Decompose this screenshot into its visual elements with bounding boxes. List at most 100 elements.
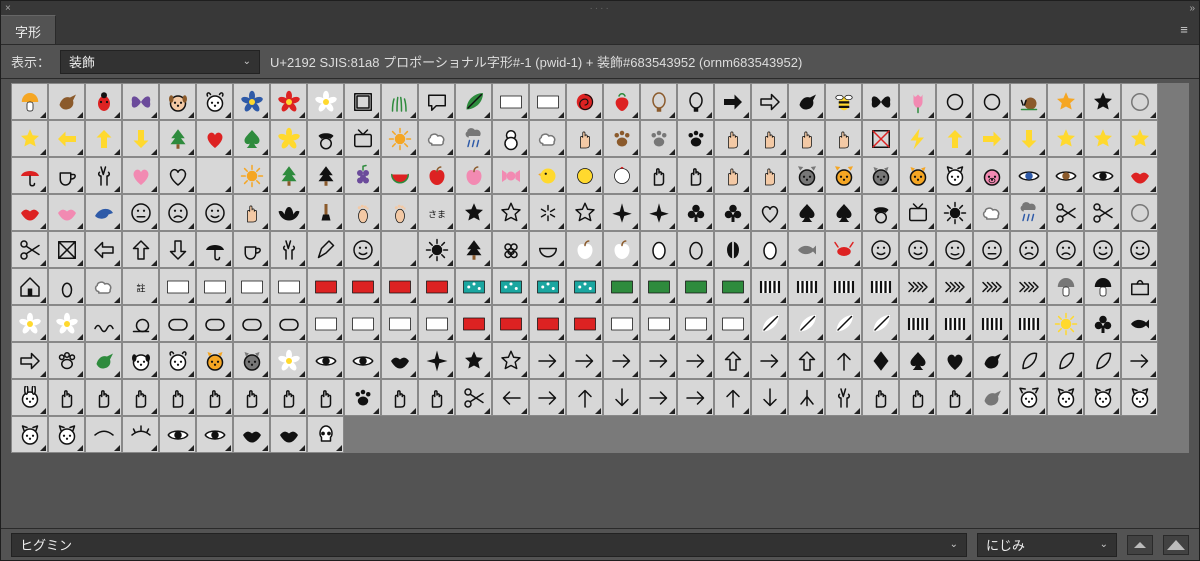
glyph-spade-black[interactable] [899,342,936,379]
filter-select[interactable]: 装飾 ⌄ [60,50,260,74]
glyph-umbrella-bw[interactable] [196,231,233,268]
glyph-flower-daisy[interactable] [307,83,344,120]
glyph-peach[interactable] [455,157,492,194]
glyph-mirror[interactable] [640,83,677,120]
glyph-cat-paws[interactable] [640,120,677,157]
glyph-swallow[interactable] [788,83,825,120]
glyph-peace[interactable] [85,157,122,194]
glyph-frame[interactable] [344,83,381,120]
glyph-bat[interactable] [270,194,307,231]
glyph-mirror-bw[interactable] [677,83,714,120]
glyph-arrow-d-thin[interactable] [603,379,640,416]
glyph-fish-right[interactable] [1121,305,1158,342]
glyph-herring[interactable] [973,268,1010,305]
glyph-rose-block[interactable] [529,305,566,342]
glyph-arrow-skinny[interactable] [640,379,677,416]
glyph-leaf-bw2[interactable] [862,305,899,342]
glyph-leaf-bw[interactable] [788,305,825,342]
glyph-tissue[interactable] [1121,268,1158,305]
glyph-cat-bw4[interactable] [1121,379,1158,416]
glyph-arrow-right-outline[interactable] [751,83,788,120]
glyph-feather3[interactable] [1084,342,1121,379]
glyph-hydrangea[interactable] [233,83,270,120]
glyph-hand-bw2[interactable] [677,157,714,194]
glyph-hand-flat[interactable] [788,120,825,157]
glyph-block-red[interactable] [307,268,344,305]
glyph-herring[interactable] [936,268,973,305]
glyph-hand-open[interactable] [751,120,788,157]
glyph-chick[interactable] [529,157,566,194]
glyph-splash[interactable] [529,194,566,231]
glyph-leaf-bw[interactable] [751,305,788,342]
glyph-arrow-up-bw[interactable] [122,231,159,268]
glyph-star-y4[interactable] [1121,120,1158,157]
glyph-star-outline3[interactable] [492,342,529,379]
glyph-box-x[interactable] [48,231,85,268]
glyph-camellia-bw[interactable] [270,342,307,379]
glyph-rose-block[interactable] [492,305,529,342]
glyph-arrow-u-thin[interactable] [566,379,603,416]
glyph-text-bubble[interactable] [418,83,455,120]
glyph-rain-drops[interactable] [455,120,492,157]
glyph-mushroom[interactable] [11,83,48,120]
glyph-rose-block[interactable] [455,305,492,342]
glyph-leaf-pattern[interactable] [677,268,714,305]
glyph-leaf-pattern2[interactable] [714,268,751,305]
glyph-face-neutral[interactable] [122,194,159,231]
glyph-block-polka[interactable] [381,305,418,342]
glyph-herring[interactable] [899,268,936,305]
glyph-candy[interactable] [492,157,529,194]
glyph-star[interactable] [1084,83,1121,120]
glyph-feather2[interactable] [1047,342,1084,379]
font-family-select[interactable]: ヒグミン ⌄ [11,533,967,557]
glyph-block-red2[interactable] [418,268,455,305]
glyph-rose-block2[interactable] [566,305,603,342]
glyph-face-sad[interactable] [159,194,196,231]
glyph-face-happy-bw[interactable] [862,231,899,268]
glyph-arrow-up-yellow[interactable] [85,120,122,157]
glyph-arrow-r6[interactable] [751,342,788,379]
glyph-eye-open[interactable] [159,416,196,453]
glyph-scissors[interactable] [1047,194,1084,231]
glyph-heart-bw2[interactable] [751,194,788,231]
glyph-arrow-right-yellow[interactable] [973,120,1010,157]
glyph-face-neutral-bw[interactable] [973,231,1010,268]
glyph-chick-red[interactable] [603,157,640,194]
glyph-ring[interactable] [936,83,973,120]
glyph-face-bw2[interactable] [1121,231,1158,268]
glyph-chick2[interactable] [566,157,603,194]
glyph-heart-red[interactable] [196,120,233,157]
glyph-leaf-green[interactable] [455,83,492,120]
glyph-watermelon-bw[interactable] [529,231,566,268]
glyph-butterfly-bw[interactable] [862,83,899,120]
glyph-arrow-right-last[interactable] [1121,342,1158,379]
zoom-out-button[interactable] [1127,535,1153,555]
glyph-flower-bw2[interactable] [48,305,85,342]
glyph-club-bw[interactable] [677,194,714,231]
glyph-paws[interactable] [677,120,714,157]
glyph-peach-bw[interactable] [603,231,640,268]
glyph-finger-up[interactable] [233,379,270,416]
glyph-moon-bw[interactable] [381,231,418,268]
glyph-arrow-r5[interactable] [677,342,714,379]
glyph-tv[interactable] [344,120,381,157]
glyph-rose-red[interactable] [566,83,603,120]
glyph-cup[interactable] [48,157,85,194]
glyph-block-teal-dots[interactable] [529,268,566,305]
glyph-arrow-skinny-dn[interactable] [751,379,788,416]
glyph-frame-round2[interactable] [270,305,307,342]
glyph-star-y3[interactable] [1084,120,1121,157]
glyph-hand-flat-bw[interactable] [270,379,307,416]
glyph-face-frown[interactable] [1047,231,1084,268]
glyph-eye-bw[interactable] [307,342,344,379]
glyph-peace-bw[interactable] [270,231,307,268]
glyph-feather[interactable] [1010,342,1047,379]
glyph-frame-round[interactable] [196,305,233,342]
glyph-eye2[interactable] [1047,157,1084,194]
glyph-cow-bw[interactable] [159,342,196,379]
glyph-scissors2[interactable] [1084,194,1121,231]
glyph-lashes[interactable] [122,416,159,453]
glyph-apple-red[interactable] [418,157,455,194]
glyph-cat-bw2[interactable] [1047,379,1084,416]
glyph-arrow-r4[interactable] [640,342,677,379]
